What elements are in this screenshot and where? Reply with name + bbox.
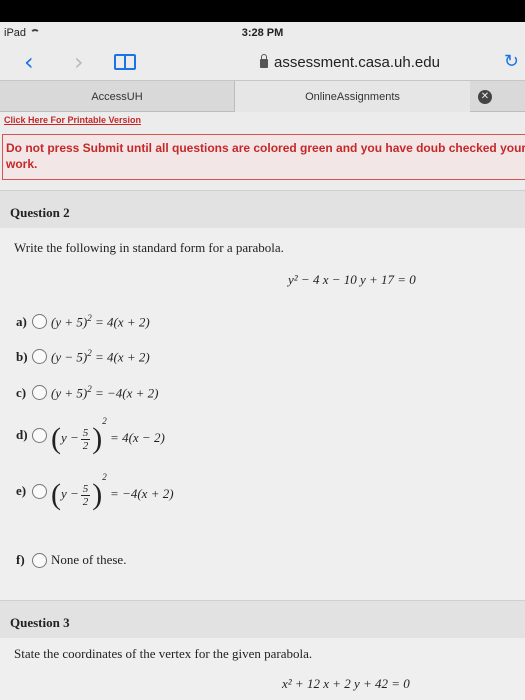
radio-button[interactable] — [32, 314, 47, 330]
given-equation: x² + 12 x + 2 y + 42 = 0 — [282, 676, 410, 691]
radio-button[interactable] — [32, 552, 47, 568]
tab-label: OnlineAssignments — [305, 90, 400, 103]
option-math: (y + 5)2 = −4(x + 2) — [51, 384, 159, 401]
tab-label: AccessUH — [91, 90, 143, 103]
page-content: Click Here For Printable Version Do not … — [0, 112, 525, 700]
browser-toolbar: ‹ › assessment.casa.uh.edu ↻ — [0, 44, 525, 80]
reload-icon[interactable]: ↻ — [504, 51, 519, 72]
option-letter: d) — [16, 427, 28, 442]
option-c[interactable]: c) (y + 5)2 = −4(x + 2) — [16, 384, 158, 401]
option-letter: f) — [16, 552, 25, 567]
warning-box: Do not press Submit until all questions … — [2, 134, 525, 180]
option-text: None of these. — [51, 552, 127, 567]
tab-online-assignments[interactable]: OnlineAssignments — [235, 81, 470, 112]
option-math: (y −5 2)2 = 4(x − 2) — [51, 416, 165, 456]
question-title: Question 2 — [10, 205, 70, 220]
radio-button[interactable] — [32, 483, 47, 499]
close-tab-icon[interactable]: ✕ — [478, 90, 492, 104]
option-letter: c) — [16, 384, 27, 400]
question-2-header: Question 2 — [0, 190, 525, 228]
question-2-body: Write the following in standard form for… — [0, 228, 525, 600]
status-time: 3:28 PM — [241, 27, 284, 39]
question-title: Question 3 — [10, 615, 70, 630]
status-bar: iPad 3:28 PM — [0, 22, 525, 44]
tab-bar: AccessUH OnlineAssignments ✕ — [0, 80, 525, 112]
question-prompt: State the coordinates of the vertex for … — [14, 646, 313, 661]
option-e[interactable]: e) (y −5 2)2 = −4(x + 2) — [16, 472, 174, 510]
question-prompt: Write the following in standard form for… — [14, 240, 284, 255]
option-letter: b) — [16, 348, 28, 364]
question-3-header: Question 3 — [0, 600, 525, 638]
given-equation: y² − 4 x − 10 y + 17 = 0 — [288, 272, 416, 287]
address-bar[interactable]: assessment.casa.uh.edu — [260, 54, 440, 71]
url-text: assessment.casa.uh.edu — [274, 54, 440, 71]
bookmarks-icon[interactable] — [114, 54, 136, 70]
warning-text: Do not press Submit until all questions … — [6, 141, 525, 171]
option-b[interactable]: b) (y − 5)2 = 4(x + 2) — [16, 348, 150, 365]
lock-icon — [260, 54, 268, 68]
option-a[interactable]: a) (y + 5)2 = 4(x + 2) — [16, 313, 150, 330]
device-bezel — [0, 0, 525, 22]
forward-icon[interactable]: › — [74, 48, 84, 76]
option-letter: a) — [16, 313, 27, 329]
question-3-body: State the coordinates of the vertex for … — [0, 638, 525, 700]
option-letter: e) — [16, 483, 27, 498]
option-d[interactable]: d) (y −5 2)2 = 4(x − 2) — [16, 416, 165, 454]
radio-button[interactable] — [32, 385, 47, 401]
option-math: (y + 5)2 = 4(x + 2) — [51, 313, 150, 330]
radio-button[interactable] — [32, 427, 47, 443]
printable-version-link[interactable]: Click Here For Printable Version — [4, 115, 141, 125]
option-math: (y −5 2)2 = −4(x + 2) — [51, 472, 174, 512]
option-f[interactable]: f) None of these. — [16, 552, 126, 568]
tab-accessuh[interactable]: AccessUH — [0, 81, 235, 112]
back-icon[interactable]: ‹ — [24, 48, 34, 76]
option-math: (y − 5)2 = 4(x + 2) — [51, 348, 150, 365]
radio-button[interactable] — [32, 349, 47, 365]
